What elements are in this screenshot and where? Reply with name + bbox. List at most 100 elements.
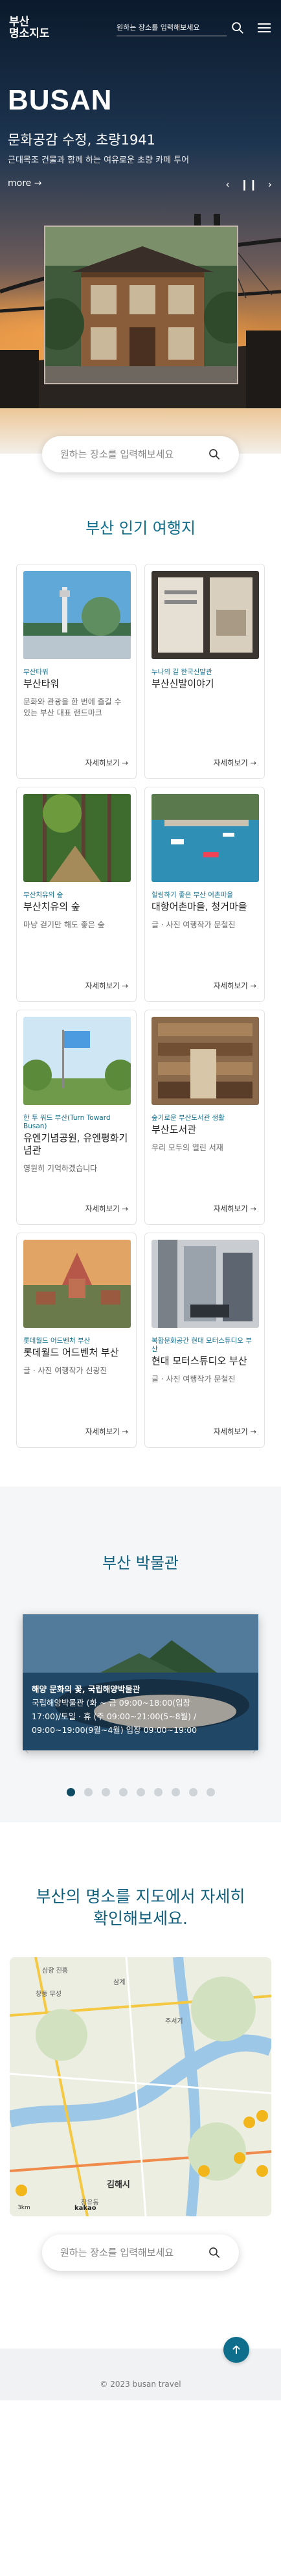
search-icon[interactable] (208, 447, 221, 461)
card-desc: 마냥 걷기만 해도 좋은 숲 (23, 920, 105, 929)
map-section: 부산의 명소를 지도에서 자세히 확인해보세요. 삼향 진흥 창동 무성 김해시… (0, 1822, 281, 2297)
header-search-input[interactable] (117, 23, 227, 32)
map-label: 삼계 (113, 1979, 126, 1986)
pagination-dot[interactable] (66, 1788, 75, 1796)
card-more-link[interactable]: 자세히보기 → (214, 1203, 256, 1214)
card-more-link[interactable]: 자세히보기 → (85, 758, 128, 768)
map-title-line2: 확인해보세요. (93, 1909, 188, 1928)
card-category: 롯데월드 어드벤처 부산 (23, 1337, 91, 1345)
card-more-link[interactable]: 자세히보기 → (214, 1426, 256, 1437)
slide-controls: ‹ ❙❙ › (225, 178, 272, 191)
pause-icon[interactable]: ❙❙ (240, 178, 258, 191)
place-card[interactable]: 숲기로운 부산도서관 생활 부산도서관 우리 모두의 열린 서재 자세히보기 → (144, 1010, 265, 1225)
card-category: 부산치유의 숲 (23, 891, 63, 899)
footer: © 2023 busan travel (0, 2337, 281, 2400)
more-label: more (8, 178, 32, 189)
card-category: 한 투 워드 부산(Turn Toward Busan) (23, 1114, 111, 1130)
card-more-link[interactable]: 자세히보기 → (214, 981, 256, 991)
pagination-dot[interactable] (188, 1788, 197, 1796)
museum-slide-line1: 해양 문화의 꽃, 국립해양박물관 (32, 1684, 140, 1694)
logo-line2: 명소지도 (9, 27, 50, 40)
card-image-lotte-world (23, 1240, 131, 1328)
card-image-busan-tower (23, 571, 131, 659)
place-card[interactable]: 누나의 길 한국신발관 부산신발이야기 자세히보기 → (144, 564, 265, 779)
card-category: 복합문화공간 현대 모터스튜디오 부산 (152, 1337, 252, 1353)
logo-line1: 부산 (9, 16, 30, 29)
more-arrow-icon: → (34, 178, 42, 189)
card-category: 누나의 길 한국신발관 (152, 668, 212, 676)
card-title: 부산타워 (23, 678, 60, 690)
map-label: 삼향 진흥 (42, 1967, 68, 1975)
arrow-up-icon (232, 2345, 240, 2354)
popular-grid: 부산타워 부산타워 문화와 관광을 한 번에 즐길 수 있는 부산 대표 랜드마… (16, 564, 265, 1448)
hero-section: 부산 명소지도 BUSAN 문화공감 수정, 초량1941 근대목조 건물과 함… (0, 0, 281, 454)
museum-title: 부산 박물관 (102, 1554, 179, 1572)
card-title: 현대 모터스튜디오 부산 (152, 1355, 247, 1367)
map-scale: 3km (17, 2205, 30, 2211)
hero-more-link[interactable]: more → (8, 178, 41, 189)
hero-title: 문화공감 수정, 초량1941 (8, 132, 156, 148)
place-card[interactable]: 부산타워 부산타워 문화와 관광을 한 번에 즐길 수 있는 부산 대표 랜드마… (16, 564, 137, 779)
map-label: 주서기 (165, 2018, 183, 2025)
next-slide-icon[interactable]: › (268, 178, 272, 191)
busan-map[interactable]: 삼향 진흥 창동 무성 김해시 장유동 삼계 주서기 kakao 3km (10, 1957, 271, 2216)
card-desc: 글 · 사진 여행작가 문철진 (152, 920, 236, 929)
map-title: 부산의 명소를 지도에서 자세히 확인해보세요. (0, 1886, 281, 1930)
museum-section: 부산 박물관 ‹ › 해양 문화의 꽃, 국립해양박물관 국립해양박물관 (화 … (0, 1487, 281, 1822)
museum-slide[interactable]: 해양 문화의 꽃, 국립해양박물관 국립해양박물관 (화 ~ 금 09:00~1… (23, 1614, 258, 1750)
top-nav: 부산 명소지도 (0, 0, 281, 56)
hero-photo-wooden-house (44, 226, 238, 384)
card-desc: 영원히 기억하겠습니다 (23, 1164, 98, 1173)
hero-search-input[interactable] (60, 448, 208, 460)
card-image-motorstudio (152, 1240, 259, 1328)
place-card[interactable]: 힐링하기 좋은 부산 어촌마을 대항어촌마을, 청거마을 글 · 사진 여행작가… (144, 787, 265, 1002)
search-icon[interactable] (208, 2245, 221, 2260)
kakao-map-logo: kakao (74, 2205, 96, 2212)
scroll-top-button[interactable] (223, 2337, 249, 2363)
hamburger-menu-icon[interactable] (256, 21, 272, 35)
card-more-link[interactable]: 자세히보기 → (85, 981, 128, 991)
card-category: 숲기로운 부산도서관 생활 (152, 1114, 225, 1122)
map-title-line1: 부산의 명소를 지도에서 자세히 (36, 1887, 245, 1906)
map-search-box (42, 2234, 239, 2271)
map-label: 창동 무성 (36, 1991, 62, 1998)
place-card[interactable]: 복합문화공간 현대 모터스튜디오 부산 현대 모터스튜디오 부산 글 · 사진 … (144, 1233, 265, 1448)
card-title: 대항어촌마을, 청거마을 (152, 901, 247, 912)
card-desc: 글 · 사진 여행작가 문철진 (152, 1375, 236, 1384)
place-card[interactable]: 롯데월드 어드벤처 부산 롯데월드 어드벤처 부산 글 · 사진 여행작가 신광… (16, 1233, 137, 1448)
place-card[interactable]: 부산치유의 숲 부산치유의 숲 마냥 걷기만 해도 좋은 숲 자세히보기 → (16, 787, 137, 1002)
card-more-link[interactable]: 자세히보기 → (214, 758, 256, 768)
pagination-dot[interactable] (136, 1788, 145, 1796)
card-title: 롯데월드 어드벤처 부산 (23, 1347, 119, 1358)
card-image-library (152, 1017, 259, 1105)
carousel-pagination (0, 1788, 281, 1796)
card-category: 부산타워 (23, 668, 49, 676)
pagination-dot[interactable] (118, 1788, 128, 1796)
map-search-input[interactable] (60, 2247, 208, 2258)
card-image-un-memorial (23, 1017, 131, 1105)
card-title: 부산신발이야기 (152, 678, 214, 690)
pagination-dot[interactable] (171, 1788, 180, 1796)
card-more-link[interactable]: 자세히보기 → (85, 1203, 128, 1214)
search-icon[interactable] (230, 21, 245, 35)
card-title: 유엔기념공원, 유엔평화기념관 (23, 1132, 128, 1156)
card-title: 부산치유의 숲 (23, 901, 80, 912)
pagination-dot[interactable] (84, 1788, 93, 1796)
card-desc: 글 · 사진 여행작가 신광진 (23, 1366, 107, 1375)
pagination-dot[interactable] (101, 1788, 110, 1796)
site-logo[interactable]: 부산 명소지도 (9, 16, 80, 40)
place-card[interactable]: 한 투 워드 부산(Turn Toward Busan) 유엔기념공원, 유엔평… (16, 1010, 137, 1225)
prev-slide-icon[interactable]: ‹ (225, 178, 229, 191)
pagination-dot[interactable] (206, 1788, 215, 1796)
card-image-shoe-museum (152, 571, 259, 659)
card-more-link[interactable]: 자세히보기 → (85, 1426, 128, 1437)
hero-subtitle: 근대목조 건물과 함께 하는 여유로운 초량 카페 투어 (8, 156, 190, 165)
museum-slide-line4: 09:00~19:00(9월~4월) 입장 09:00~19:00 (32, 1725, 197, 1735)
card-image-healing-forest (23, 794, 131, 882)
map-label: 김해시 (107, 2180, 130, 2190)
card-desc: 우리 모두의 열린 서재 (152, 1143, 223, 1152)
museum-slide-text: 해양 문화의 꽃, 국립해양박물관 국립해양박물관 (화 ~ 금 09:00~1… (32, 1682, 197, 1737)
pagination-dot[interactable] (153, 1788, 163, 1796)
museum-carousel: ‹ › 해양 문화의 꽃, 국립해양박물관 국립해양박물관 (화 ~ 금 09:… (0, 1614, 281, 1758)
hero-city-name: BUSAN (8, 84, 113, 116)
